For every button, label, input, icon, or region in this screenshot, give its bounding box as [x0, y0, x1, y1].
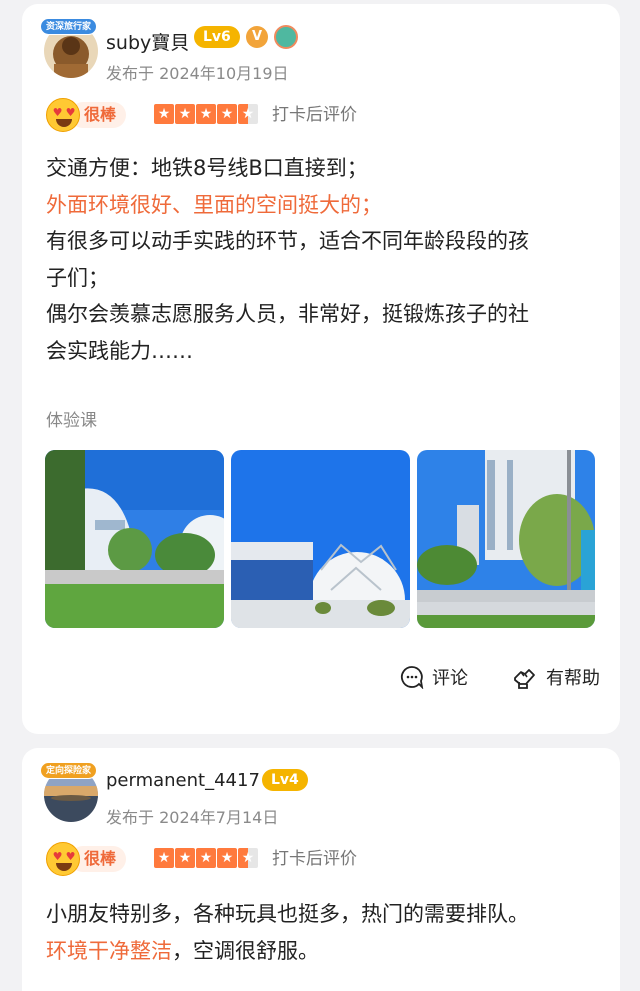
- review-line: 有很多可以动手实践的环节，适合不同年龄段段的孩: [46, 229, 529, 253]
- review-line: 子们；: [46, 265, 109, 290]
- review-highlight: 环境干净整洁: [46, 938, 172, 963]
- heart-eyes-emoji-icon: ♥ ♥: [46, 842, 80, 876]
- star-icon: ★: [217, 848, 237, 868]
- review-line: 环境干净整洁，空调很舒服。: [46, 933, 606, 970]
- medal-icon: [274, 25, 298, 49]
- review-text: 小朋友特别多，各种玩具也挺多，热门的需要排队。 环境干净整洁，空调很舒服。: [46, 896, 606, 969]
- level-badge: Lv6: [194, 26, 240, 48]
- star-icon: ★: [175, 104, 195, 124]
- half-star-icon: ★: [238, 104, 258, 124]
- review-line: 小朋友特别多，各种玩具也挺多，热门的需要排队。: [46, 902, 529, 926]
- level-badge: Lv4: [262, 769, 308, 791]
- avatar-title-badge: 定向探险家: [40, 762, 98, 779]
- helpful-button[interactable]: 有帮助: [510, 664, 600, 694]
- star-icon: ★: [196, 104, 216, 124]
- review-text: 交通方便：地铁8号线B口直接到； 外面环境很好、里面的空间挺大的； 有很多可以动…: [46, 150, 606, 369]
- rating-row: 很棒 ♥ ♥ ★ ★ ★ ★ ★ 打卡后评价: [42, 98, 442, 134]
- helpful-icon: [514, 669, 535, 689]
- review-card: 资深旅行家 suby寶貝 Lv6 V 发布于 2024年10月19日 很棒 ♥ …: [22, 4, 620, 734]
- comment-button[interactable]: 评论: [400, 664, 468, 694]
- post-date: 发布于 2024年10月19日: [106, 64, 289, 83]
- avatar-title-badge: 资深旅行家: [40, 18, 98, 35]
- avatar[interactable]: 资深旅行家: [40, 18, 100, 80]
- star-rating: ★ ★ ★ ★ ★: [154, 104, 259, 126]
- course-label: 体验课: [46, 411, 97, 431]
- verified-badge: V: [246, 26, 268, 48]
- review-photo[interactable]: [45, 450, 224, 628]
- comment-label: 评论: [432, 668, 468, 689]
- review-line: 偶尔会羡慕志愿服务人员，非常好，挺锻炼孩子的社: [46, 302, 529, 326]
- star-rating: ★ ★ ★ ★ ★: [154, 848, 259, 870]
- star-icon: ★: [154, 104, 174, 124]
- review-photo[interactable]: [231, 450, 410, 628]
- review-line: 会实践能力……: [46, 338, 193, 363]
- helpful-label: 有帮助: [546, 668, 600, 689]
- star-icon: ★: [217, 104, 237, 124]
- checkin-label: 打卡后评价: [272, 105, 357, 125]
- review-line-highlight: 外面环境很好、里面的空间挺大的；: [46, 192, 382, 217]
- post-date: 发布于 2024年7月14日: [106, 808, 279, 827]
- heart-eyes-emoji-icon: ♥ ♥: [46, 98, 80, 132]
- review-card: 定向探险家 permanent_4417 Lv4 发布于 2024年7月14日 …: [22, 748, 620, 991]
- half-star-icon: ★: [238, 848, 258, 868]
- review-line: 交通方便：地铁8号线B口直接到；: [46, 156, 368, 180]
- username[interactable]: suby寶貝: [106, 28, 189, 55]
- review-photo[interactable]: [417, 450, 595, 628]
- star-icon: ★: [175, 848, 195, 868]
- rating-row: 很棒 ♥ ♥ ★ ★ ★ ★ ★ 打卡后评价: [42, 842, 442, 878]
- review-line-rest: ，空调很舒服。: [172, 938, 319, 963]
- checkin-label: 打卡后评价: [272, 849, 357, 869]
- star-icon: ★: [154, 848, 174, 868]
- avatar[interactable]: 定向探险家: [40, 762, 100, 824]
- star-icon: ★: [196, 848, 216, 868]
- comment-icon: [400, 666, 424, 689]
- username[interactable]: permanent_4417: [106, 770, 260, 791]
